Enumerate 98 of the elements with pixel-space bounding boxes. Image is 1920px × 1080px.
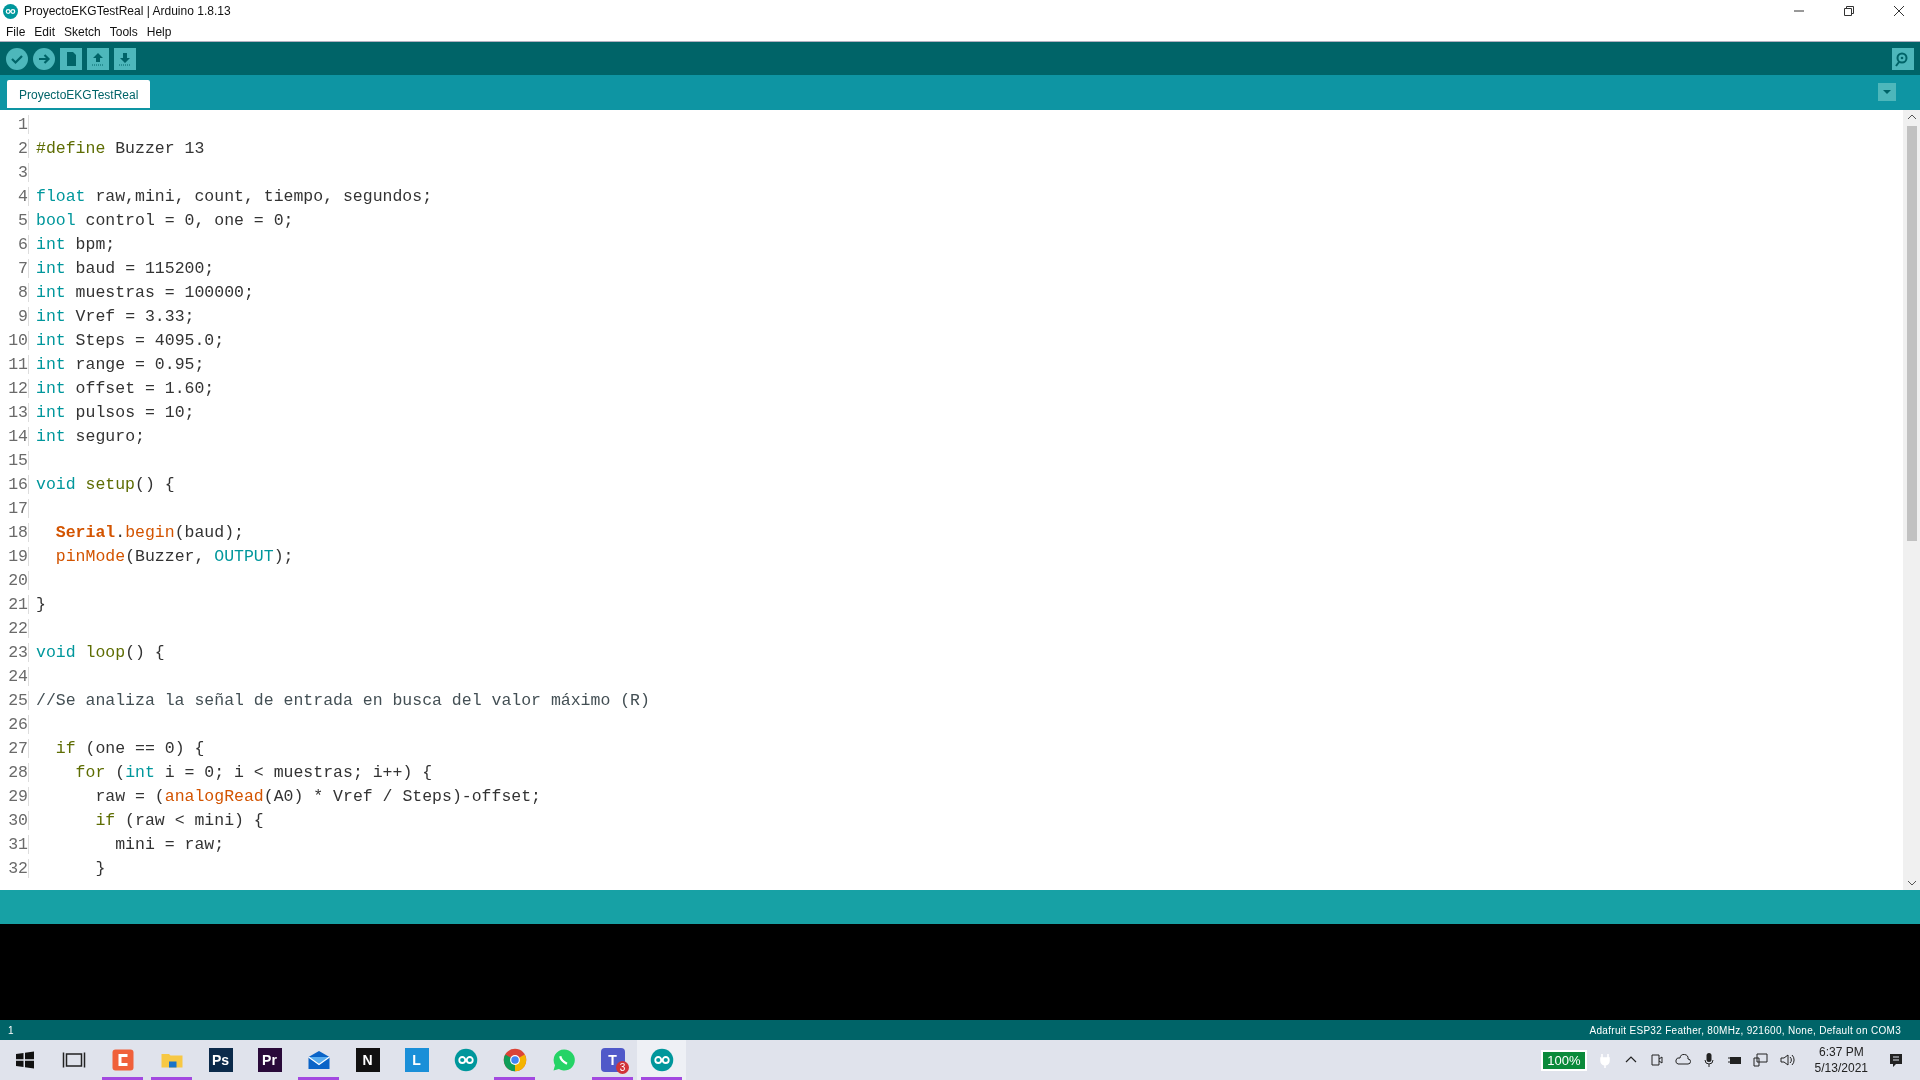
restore-icon[interactable] [1841, 3, 1857, 19]
line-number: 31 [0, 834, 29, 854]
scroll-down-icon[interactable] [1907, 880, 1916, 886]
code-line: int baud = 115200; [36, 258, 215, 278]
menu-item[interactable]: File [6, 24, 26, 39]
battery-percentage[interactable]: 100% [1541, 1049, 1587, 1071]
notification-badge: 3 [616, 1061, 629, 1074]
notification-icon[interactable] [1888, 1052, 1904, 1068]
arduino-logo-icon [3, 3, 18, 19]
line-number: 8 [0, 282, 29, 302]
line-number: 21 [0, 594, 29, 614]
line-number: 10 [0, 330, 29, 350]
line-number: 6 [0, 234, 29, 254]
chat-bubble-icon [551, 1048, 576, 1072]
code-line: #define Buzzer 13 [36, 138, 205, 158]
c-logo-icon [110, 1048, 135, 1072]
line-number: 7 [0, 258, 29, 278]
arduino-logo-icon [649, 1048, 674, 1072]
camera-icon[interactable] [1648, 1052, 1665, 1068]
code-line: mini = raw; [114, 834, 225, 854]
save-icon[interactable] [114, 47, 136, 70]
line-number: 25 [0, 690, 29, 710]
clock-time[interactable]: 6:37 PM [1818, 1044, 1864, 1060]
line-number: 26 [0, 714, 29, 734]
line-number: 24 [0, 666, 29, 686]
clock-date[interactable]: 5/13/2021 [1814, 1060, 1868, 1076]
code-line: int muestras = 100000; [36, 282, 254, 302]
line-number: 4 [0, 186, 29, 206]
taskbar-button[interactable]: T 3 [588, 1040, 637, 1080]
code-line: } [94, 858, 106, 878]
line-number: 18 [0, 522, 29, 542]
cloud-icon[interactable] [1674, 1052, 1691, 1068]
network-icon[interactable] [1752, 1052, 1769, 1068]
code-line: bool control = 0, one = 0; [36, 210, 294, 230]
line-number: 22 [0, 618, 29, 638]
new-file-icon[interactable] [60, 47, 82, 70]
code-line: int offset = 1.60; [36, 378, 215, 398]
line-number: 2 [0, 138, 29, 158]
chrome-logo-icon [502, 1048, 527, 1072]
upload-icon[interactable] [33, 47, 55, 70]
code-line: int range = 0.95; [36, 354, 205, 374]
code-line: } [36, 594, 46, 614]
taskbar-button[interactable]: Pr [245, 1040, 294, 1080]
line-number: 15 [0, 450, 29, 470]
sketch-tab[interactable]: ProyectoEKGTestReal [7, 80, 151, 108]
code-line: if (raw < mini) { [94, 810, 264, 830]
code-line: for (int i = 0; i < muestras; i++) { [74, 762, 433, 782]
board-info: Adafruit ESP32 Feather, 80MHz, 921600, None, Default on COM3 [1589, 1024, 1901, 1036]
line-number: 13 [0, 402, 29, 422]
line-number: 5 [0, 210, 29, 230]
code-line: //Se analiza la señal de entrada en busca del valor máximo (R) [36, 690, 650, 710]
line-number: 20 [0, 570, 29, 590]
taskbar-button[interactable]: Ps [196, 1040, 245, 1080]
line-number: 9 [0, 306, 29, 326]
line-number: 30 [0, 810, 29, 830]
verify-icon[interactable] [6, 47, 28, 70]
serial-monitor-icon[interactable] [1892, 47, 1914, 70]
code-line: float raw,mini, count, tiempo, segundos; [36, 186, 433, 206]
speaker-icon[interactable] [1778, 1052, 1795, 1068]
close-icon[interactable] [1891, 3, 1907, 19]
code-line: if (one == 0) { [54, 738, 205, 758]
line-number: 32 [0, 858, 29, 878]
code-line: int seguro; [36, 426, 145, 446]
line-number: 19 [0, 546, 29, 566]
line-number: 27 [0, 738, 29, 758]
scrollbar[interactable] [1903, 110, 1920, 890]
line-number: 3 [0, 162, 29, 182]
line-number: 14 [0, 426, 29, 446]
open-icon[interactable] [87, 47, 109, 70]
code-line: int bpm; [36, 234, 116, 254]
menu-item[interactable]: Edit [34, 24, 56, 39]
window-title: ProyectoEKGTestReal | Arduino 1.8.13 [24, 4, 232, 18]
code-line: Serial.begin(baud); [54, 522, 244, 542]
line-number: 29 [0, 786, 29, 806]
line-number: 17 [0, 498, 29, 518]
mail-icon [306, 1048, 331, 1072]
code-line: void setup() { [36, 474, 175, 494]
code-line: pinMode(Buzzer, OUTPUT); [54, 546, 294, 566]
line-number: 11 [0, 354, 29, 374]
menu-item[interactable]: Tools [109, 24, 138, 39]
code-line: int Steps = 4095.0; [36, 330, 225, 350]
tab-menu-icon[interactable] [1878, 82, 1896, 101]
code-line: int Vref = 3.33; [36, 306, 195, 326]
line-indicator: 1 [8, 1024, 14, 1036]
code-line: int pulsos = 10; [36, 402, 195, 422]
line-number: 16 [0, 474, 29, 494]
line-number: 12 [0, 378, 29, 398]
taskbar-button[interactable]: L [392, 1040, 441, 1080]
menu-item[interactable]: Sketch [64, 24, 101, 39]
menu-item[interactable]: Help [146, 24, 172, 39]
line-number: 28 [0, 762, 29, 782]
line-number: 23 [0, 642, 29, 662]
scroll-up-icon[interactable] [1907, 114, 1916, 120]
taskbar-button[interactable]: N [343, 1040, 392, 1080]
arduino-logo-icon [453, 1048, 478, 1072]
line-number: 1 [0, 114, 29, 134]
code-line: void loop() { [36, 642, 165, 662]
code-line: raw = (analogRead(A0) * Vref / Steps)-offset; [94, 786, 541, 806]
